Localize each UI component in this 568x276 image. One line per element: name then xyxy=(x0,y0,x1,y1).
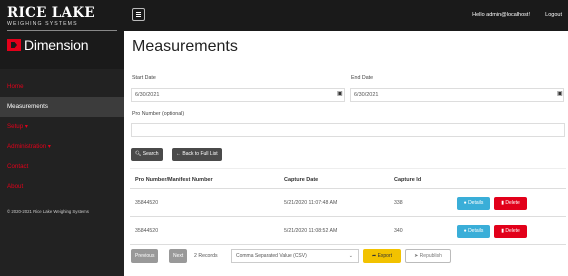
column-header-id: Capture Id xyxy=(394,177,422,183)
logout-link[interactable]: Logout xyxy=(545,12,562,18)
export-format-value: Comma Separated Value (CSV) xyxy=(236,253,307,259)
delete-button[interactable]: ▮ Delete xyxy=(494,197,527,210)
pro-number-input[interactable] xyxy=(131,123,565,137)
cell-date: 5/21/2020 11:08:52 AM xyxy=(284,228,338,234)
column-header-date: Capture Date xyxy=(284,177,319,183)
chevron-down-icon: ⌄ xyxy=(348,253,353,259)
page-title: Measurements xyxy=(132,38,238,55)
republish-button[interactable]: ➤ Republish xyxy=(405,249,451,263)
back-button-label: Back to Full List xyxy=(182,151,218,157)
end-date-label: End Date xyxy=(351,75,374,81)
cell-date: 5/21/2020 11:07:48 AM xyxy=(284,200,338,206)
sidebar: RICE LAKE WEIGHING SYSTEMS Dimension Hom… xyxy=(0,0,124,276)
info-icon: ● xyxy=(463,228,467,234)
logo-divider xyxy=(7,30,117,31)
row-divider xyxy=(130,244,566,245)
send-icon: ➤ xyxy=(414,253,419,259)
search-button-label: Search xyxy=(142,151,159,157)
sidebar-item-setup[interactable]: Setup ▾ xyxy=(0,117,124,137)
logo-tagline: WEIGHING SYSTEMS xyxy=(7,21,78,27)
cell-id: 338 xyxy=(394,200,403,206)
details-label: Details xyxy=(468,228,484,234)
sidebar-nav: Home Measurements Setup ▾ Administration… xyxy=(0,77,124,197)
hamburger-icon-bar xyxy=(136,16,141,17)
republish-label: Republish xyxy=(419,253,442,259)
row-divider xyxy=(130,216,566,217)
column-header-pro: Pro Number/Manifest Number xyxy=(135,177,213,183)
hamburger-icon-bar xyxy=(136,14,141,15)
delete-label: Delete xyxy=(505,200,520,206)
sidebar-item-measurements[interactable]: Measurements xyxy=(0,97,124,117)
brand: RICE LAKE WEIGHING SYSTEMS Dimension xyxy=(0,0,124,69)
records-count: 2 Records xyxy=(194,253,218,259)
trash-icon: ▮ xyxy=(501,228,504,234)
hamburger-icon xyxy=(136,12,141,13)
main-content: Measurements Start Date 6/30/2021 ▣ End … xyxy=(124,31,568,276)
delete-button[interactable]: ▮ Delete xyxy=(494,225,527,238)
sidebar-item-about[interactable]: About xyxy=(0,177,124,197)
next-button[interactable]: Next xyxy=(169,249,188,263)
top-header: Hello admin@localhost! Logout xyxy=(124,0,568,31)
product-name: Dimension xyxy=(24,37,89,53)
sidebar-item-administration[interactable]: Administration ▾ xyxy=(0,137,124,157)
export-format-select[interactable]: Comma Separated Value (CSV) ⌄ xyxy=(231,249,359,263)
menu-toggle-button[interactable] xyxy=(132,8,145,21)
cell-id: 340 xyxy=(394,228,403,234)
export-label: Export xyxy=(377,253,393,259)
info-icon: ● xyxy=(463,200,467,206)
details-button[interactable]: ● Details xyxy=(457,197,490,210)
trash-icon: ▮ xyxy=(501,200,504,206)
calendar-icon[interactable]: ▣ xyxy=(337,90,343,97)
table-top-divider xyxy=(130,168,566,169)
delete-label: Delete xyxy=(505,228,520,234)
end-date-field[interactable]: 6/30/2021 xyxy=(350,88,564,102)
header-divider xyxy=(130,188,566,189)
search-icon: 🔍︎ xyxy=(135,151,142,157)
cell-pro: 35844520 xyxy=(135,228,159,234)
user-greeting: Hello admin@localhost! xyxy=(472,12,530,18)
back-to-full-list-button[interactable]: ← Back to Full List xyxy=(172,148,222,161)
export-button[interactable]: ➦ Export xyxy=(363,249,401,263)
start-date-label: Start Date xyxy=(132,75,156,81)
pro-number-label: Pro Number (optional) xyxy=(132,111,185,117)
search-button[interactable]: 🔍︎ Search xyxy=(131,148,163,161)
arrow-left-icon: ← xyxy=(176,151,181,157)
calendar-icon[interactable]: ▣ xyxy=(557,90,563,97)
sidebar-item-contact[interactable]: Contact xyxy=(0,157,124,177)
previous-button[interactable]: Previous xyxy=(131,249,159,263)
cell-pro: 35844520 xyxy=(135,200,159,206)
export-icon: ➦ xyxy=(371,253,377,259)
details-label: Details xyxy=(468,200,484,206)
rice-lake-logo: RICE LAKE xyxy=(7,5,95,21)
start-date-field[interactable]: 6/30/2021 xyxy=(131,88,345,102)
dimension-logo-icon xyxy=(7,39,21,51)
details-button[interactable]: ● Details xyxy=(457,225,490,238)
product-brand: Dimension xyxy=(7,37,124,53)
sidebar-item-home[interactable]: Home xyxy=(0,77,124,97)
copyright-text: © 2020-2021 Rice Lake Weighing Systems xyxy=(7,209,89,214)
